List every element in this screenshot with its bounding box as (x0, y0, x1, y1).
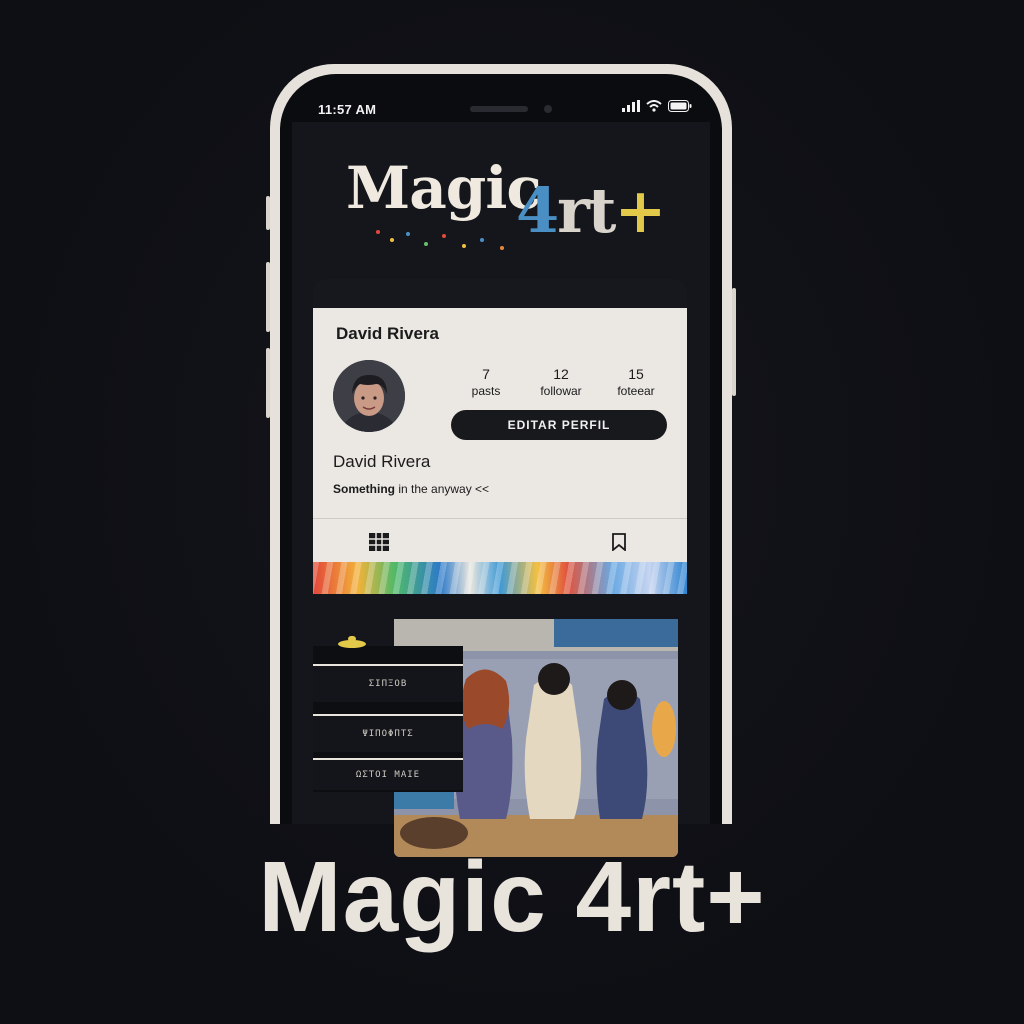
power-button (732, 288, 736, 396)
avatar[interactable] (333, 360, 405, 432)
stage: 11:57 AM Magic 4rt+ David Rivera 7 pasts… (0, 0, 1024, 1024)
volume-down-button (266, 348, 270, 418)
status-icons (622, 100, 692, 112)
stat-label: followar (540, 384, 582, 398)
edit-profile-button[interactable]: EDITAR PERFIL (451, 410, 667, 440)
front-camera (544, 105, 552, 113)
bio-bold: Something (333, 482, 395, 496)
stat-followers[interactable]: 12 followar (526, 366, 596, 398)
status-bar: 11:57 AM (280, 74, 722, 122)
avatar-portrait (333, 360, 405, 432)
logo-rt: rt (557, 174, 616, 247)
speaker-grille (470, 106, 528, 112)
profile-card: David Rivera 7 pasts 12 followar 15 fote… (313, 308, 687, 562)
stat-value: 15 (628, 366, 644, 382)
logo-plus: + (614, 174, 666, 247)
stat-following[interactable]: 15 foteear (601, 366, 671, 398)
signal-icon (622, 100, 640, 112)
volume-up-button (266, 262, 270, 332)
logo-4rt: 4rt+ (516, 174, 666, 247)
logo-word: Magic (346, 154, 542, 222)
paint-banner (313, 562, 687, 594)
stat-value: 12 (553, 366, 569, 382)
caption-title: Magic 4rt+ (258, 841, 766, 953)
bookmark-icon[interactable] (611, 533, 627, 551)
lamp-icon (338, 636, 366, 648)
art-menu: ΣΙΠΞΟΒ ΨΙΠΟΦΠΤΣ ΩΣΤΟΙ ΜΑΙΕ (313, 636, 463, 792)
logo-4: 4 (516, 174, 559, 247)
mute-switch (266, 196, 270, 230)
art-menu-item[interactable]: ΣΙΠΞΟΒ (313, 664, 463, 702)
stat-label: foteear (617, 384, 655, 398)
battery-icon (668, 100, 692, 112)
wifi-icon (646, 100, 662, 112)
app-logo: Magic 4rt+ (346, 154, 686, 264)
profile-username: David Rivera (336, 324, 439, 343)
profile-card-top (313, 279, 687, 309)
art-menu-item[interactable]: ΩΣΤΟΙ ΜΑΙΕ (313, 758, 463, 790)
bio-text: in the anyway << (395, 482, 490, 496)
profile-stats: 7 pasts 12 followar 15 foteear (451, 366, 671, 398)
stat-value: 7 (482, 366, 490, 382)
status-time: 11:57 AM (318, 102, 377, 117)
profile-tabs (313, 518, 687, 563)
grid-icon[interactable] (369, 533, 389, 551)
stat-label: pasts (471, 384, 501, 398)
profile-bio: Something in the anyway << (333, 482, 489, 496)
art-menu-item[interactable]: ΨΙΠΟΦΠΤΣ (313, 714, 463, 752)
profile-display-name: David Rivera (333, 452, 431, 471)
stat-posts[interactable]: 7 pasts (451, 366, 521, 398)
